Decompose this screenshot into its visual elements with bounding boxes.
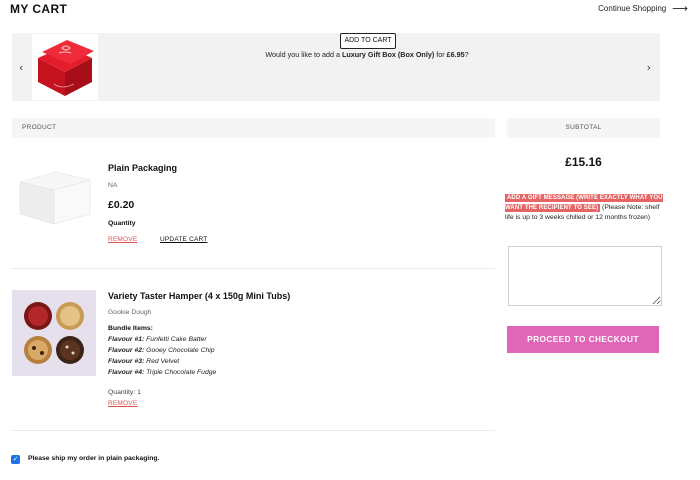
flavour-label: Flavour #1: xyxy=(108,336,145,343)
subtotal-amount: £15.16 xyxy=(565,155,602,169)
bundle-flavour: Flavour #1: Funfetti Cake Batter xyxy=(108,336,207,343)
remove-button[interactable]: REMOVE xyxy=(108,400,137,407)
row-divider xyxy=(12,430,495,431)
flavour-label: Flavour #4: xyxy=(108,369,145,376)
update-cart-button[interactable]: UPDATE CART xyxy=(160,236,207,243)
bundle-flavour: Flavour #4: Triple Chocolate Fudge xyxy=(108,369,216,376)
quantity-label: Quantity xyxy=(108,220,136,227)
bundle-flavour: Flavour #3: Red Velvet xyxy=(108,358,179,365)
flavour-label: Flavour #2: xyxy=(108,347,145,354)
quantity-text: Quantity: 1 xyxy=(108,389,141,396)
proceed-to-checkout-button[interactable]: PROCEED TO CHECKOUT xyxy=(507,326,659,353)
item-name[interactable]: Plain Packaging xyxy=(108,163,177,173)
item-name[interactable]: Variety Taster Hamper (4 x 150g Mini Tub… xyxy=(108,291,290,301)
add-gift-box-button[interactable]: ADD TO CART xyxy=(340,33,396,49)
upsell-price: £6.95 xyxy=(446,50,465,59)
plain-packaging-label[interactable]: Please ship my order in plain packaging. xyxy=(28,455,159,462)
upsell-message: Would you like to add a Luxury Gift Box … xyxy=(192,50,542,59)
flavour-value: Gooey Chocolate Chip xyxy=(146,347,215,354)
chevron-left-icon[interactable]: ‹ xyxy=(19,61,23,74)
product-column-header: PRODUCT xyxy=(12,118,495,138)
flavour-label: Flavour #3: xyxy=(108,358,145,365)
arrow-right-icon: ⟶ xyxy=(672,2,688,15)
item-variant: NA xyxy=(108,182,118,189)
plain-packaging-image xyxy=(12,160,96,230)
upsell-message-middle: for xyxy=(434,50,447,59)
subtotal-column-header: SUBTOTAL xyxy=(507,118,660,138)
bundle-flavour: Flavour #2: Gooey Chocolate Chip xyxy=(108,347,215,354)
gift-box-image xyxy=(32,34,98,100)
upsell-product-name: Luxury Gift Box (Box Only) xyxy=(341,50,435,59)
flavour-value: Funfetti Cake Batter xyxy=(146,336,207,343)
checkmark-icon: ✓ xyxy=(12,456,19,463)
continue-shopping-link[interactable]: Continue Shopping ⟶ xyxy=(598,2,688,15)
chevron-right-icon[interactable]: › xyxy=(647,61,651,74)
page-title: MY CART xyxy=(10,2,68,16)
item-variant: Gookie Dough xyxy=(108,309,152,316)
row-divider xyxy=(12,268,495,269)
flavour-value: Triple Chocolate Fudge xyxy=(146,369,217,376)
gift-message-label: ADD A GIFT MESSAGE (WRITE EXACTLY WHAT Y… xyxy=(505,193,665,223)
hamper-image xyxy=(12,290,96,376)
upsell-message-suffix: ? xyxy=(464,50,469,59)
bundle-items-title: Bundle Items: xyxy=(108,325,153,332)
plain-packaging-checkbox[interactable]: ✓ xyxy=(11,455,20,464)
upsell-banner: ‹ Would you like to add a Luxury Gift Bo… xyxy=(12,33,660,101)
flavour-value: Red Velvet xyxy=(146,358,180,365)
continue-shopping-label: Continue Shopping xyxy=(598,4,667,13)
upsell-message-prefix: Would you like to add a xyxy=(265,50,342,59)
item-price: £0.20 xyxy=(108,199,135,211)
remove-button[interactable]: REMOVE xyxy=(108,236,137,243)
gift-message-input[interactable] xyxy=(508,246,662,306)
